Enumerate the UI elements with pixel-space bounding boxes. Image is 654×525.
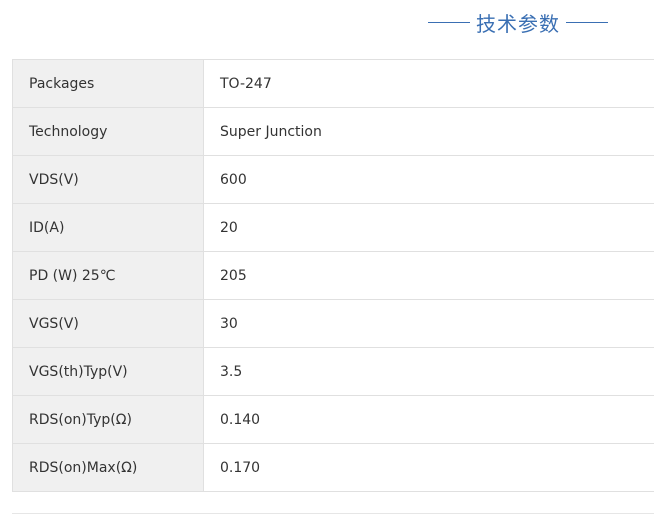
bottom-divider <box>12 513 654 514</box>
spec-value: 3.5 <box>203 347 654 396</box>
spec-key: VGS(th)Typ(V) <box>12 347 204 396</box>
spec-key: RDS(on)Max(Ω) <box>12 443 204 492</box>
table-row: RDS(on)Max(Ω) 0.170 <box>12 443 654 492</box>
spec-key: Packages <box>12 59 204 108</box>
spec-key: VGS(V) <box>12 299 204 348</box>
table-row: ID(A) 20 <box>12 203 654 252</box>
spec-value: TO-247 <box>203 59 654 108</box>
spec-key: RDS(on)Typ(Ω) <box>12 395 204 444</box>
table-row: VGS(V) 30 <box>12 299 654 348</box>
spec-value: Super Junction <box>203 107 654 156</box>
section-header: 技术参数 <box>428 8 608 36</box>
spec-key: PD (W) 25℃ <box>12 251 204 300</box>
table-row: RDS(on)Typ(Ω) 0.140 <box>12 395 654 444</box>
spec-table: Packages TO-247 Technology Super Junctio… <box>12 59 654 492</box>
table-row: Packages TO-247 <box>12 59 654 108</box>
table-row: Technology Super Junction <box>12 107 654 156</box>
spec-key: Technology <box>12 107 204 156</box>
section-title: 技术参数 <box>476 11 560 36</box>
header-right-line <box>566 21 608 23</box>
table-row: VGS(th)Typ(V) 3.5 <box>12 347 654 396</box>
spec-key: VDS(V) <box>12 155 204 204</box>
spec-value: 205 <box>203 251 654 300</box>
spec-value: 0.170 <box>203 443 654 492</box>
spec-value: 30 <box>203 299 654 348</box>
spec-value: 20 <box>203 203 654 252</box>
table-row: PD (W) 25℃ 205 <box>12 251 654 300</box>
spec-key: ID(A) <box>12 203 204 252</box>
spec-value: 600 <box>203 155 654 204</box>
spec-value: 0.140 <box>203 395 654 444</box>
table-row: VDS(V) 600 <box>12 155 654 204</box>
header-left-line <box>428 21 470 23</box>
